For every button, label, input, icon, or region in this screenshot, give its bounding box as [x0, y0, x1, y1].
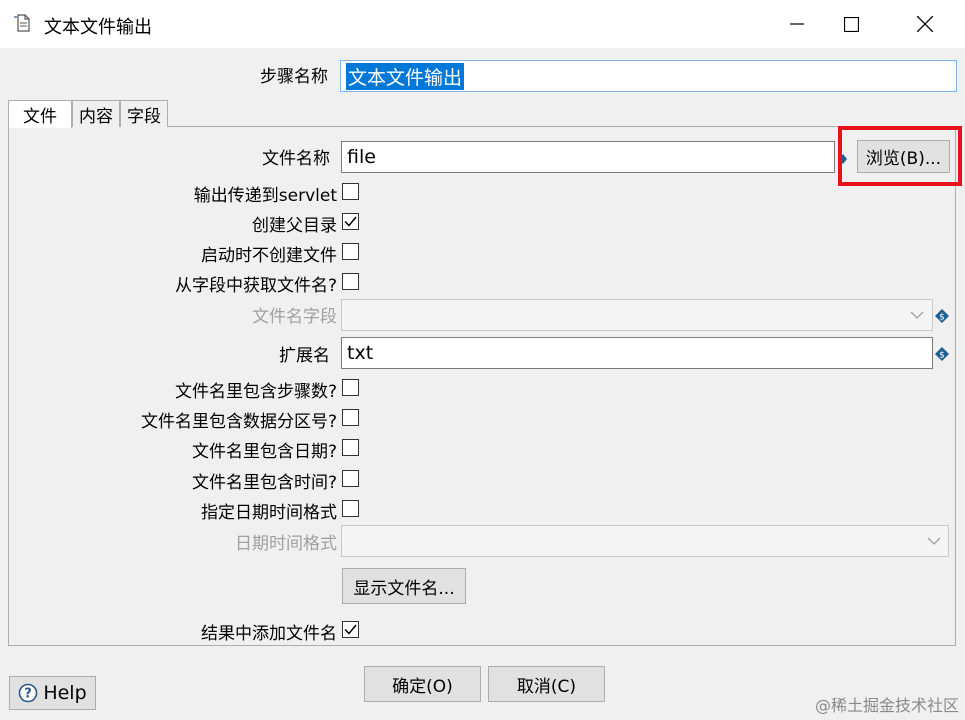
include-partition-label: 文件名里包含数据分区号? [140, 412, 337, 432]
minimize-button[interactable] [769, 0, 825, 48]
extension-label: 扩展名 [279, 346, 330, 366]
show-filename-button[interactable]: 显示文件名... [342, 568, 466, 604]
create-parent-label: 创建父目录 [252, 216, 337, 236]
tab-file-label: 文件 [23, 107, 57, 127]
filename-input[interactable]: file [341, 141, 835, 173]
include-date-label: 文件名里包含日期? [191, 442, 337, 462]
dollar-variable-icon: $ [935, 346, 949, 366]
maximize-icon [843, 16, 859, 32]
extension-input[interactable]: txt [341, 337, 933, 369]
tab-fields[interactable]: 字段 [120, 100, 168, 127]
datetime-format-select[interactable] [341, 525, 949, 557]
step-name-label: 步骤名称 [260, 67, 328, 87]
help-button[interactable]: ? Help [9, 676, 96, 710]
add-to-result-label: 结果中添加文件名 [201, 624, 337, 644]
close-icon [917, 16, 933, 32]
window-title: 文本文件输出 [44, 17, 152, 38]
tab-panel [8, 126, 956, 646]
svg-text:?: ? [25, 687, 33, 702]
minimize-icon [790, 23, 804, 25]
datetime-format-label: 日期时间格式 [235, 534, 337, 554]
watermark: @稀土掘金技术社区 [814, 696, 959, 715]
svg-text:$: $ [939, 351, 945, 361]
servlet-checkbox[interactable] [342, 183, 359, 200]
tab-fields-label: 字段 [127, 106, 161, 127]
tab-content[interactable]: 内容 [72, 100, 120, 127]
ok-button-label: 确定(O) [392, 676, 453, 697]
help-label: Help [43, 682, 87, 704]
include-time-checkbox[interactable] [342, 470, 359, 487]
servlet-label: 输出传递到servlet [193, 186, 337, 206]
add-to-result-checkbox[interactable] [342, 621, 359, 638]
step-name-input[interactable]: 文本文件输出 [340, 60, 957, 92]
from-field-label: 从字段中获取文件名? [174, 276, 337, 296]
cancel-button[interactable]: 取消(C) [488, 666, 605, 702]
specify-format-label: 指定日期时间格式 [201, 503, 337, 523]
help-icon: ? [19, 683, 38, 703]
include-time-label: 文件名里包含时间? [191, 473, 337, 493]
tab-file[interactable]: 文件 [8, 100, 72, 128]
document-icon [13, 13, 31, 33]
include-stepnr-label: 文件名里包含步骤数? [174, 382, 337, 402]
browse-button-label: 浏览(B)... [865, 149, 942, 169]
maximize-button[interactable] [823, 0, 879, 48]
no-create-label: 启动时不创建文件 [201, 246, 337, 266]
ok-button[interactable]: 确定(O) [364, 666, 481, 702]
cancel-button-label: 取消(C) [516, 676, 577, 697]
no-create-checkbox[interactable] [342, 243, 359, 260]
tab-content-label: 内容 [79, 106, 113, 127]
browse-button[interactable]: 浏览(B)... [857, 140, 950, 173]
chevron-down-icon[interactable] [903, 301, 931, 329]
filename-value: file [347, 146, 376, 168]
show-filename-label: 显示文件名... [353, 578, 455, 599]
include-stepnr-checkbox[interactable] [342, 379, 359, 396]
step-name-value: 文本文件输出 [346, 62, 465, 90]
specify-format-checkbox[interactable] [342, 500, 359, 517]
include-date-checkbox[interactable] [342, 439, 359, 456]
include-partition-checkbox[interactable] [342, 409, 359, 426]
checkmark-icon [344, 624, 357, 635]
dollar-variable-icon: $ [935, 308, 949, 328]
close-button[interactable] [897, 0, 953, 48]
chevron-down-icon[interactable] [920, 527, 948, 555]
filename-label: 文件名称 [262, 149, 330, 169]
field-name-select[interactable] [341, 299, 933, 331]
svg-text:$: $ [939, 313, 945, 323]
create-parent-checkbox[interactable] [342, 213, 359, 230]
extension-value: txt [347, 342, 374, 364]
from-field-checkbox[interactable] [342, 273, 359, 290]
checkmark-icon [344, 216, 357, 227]
field-name-label: 文件名字段 [252, 307, 337, 327]
